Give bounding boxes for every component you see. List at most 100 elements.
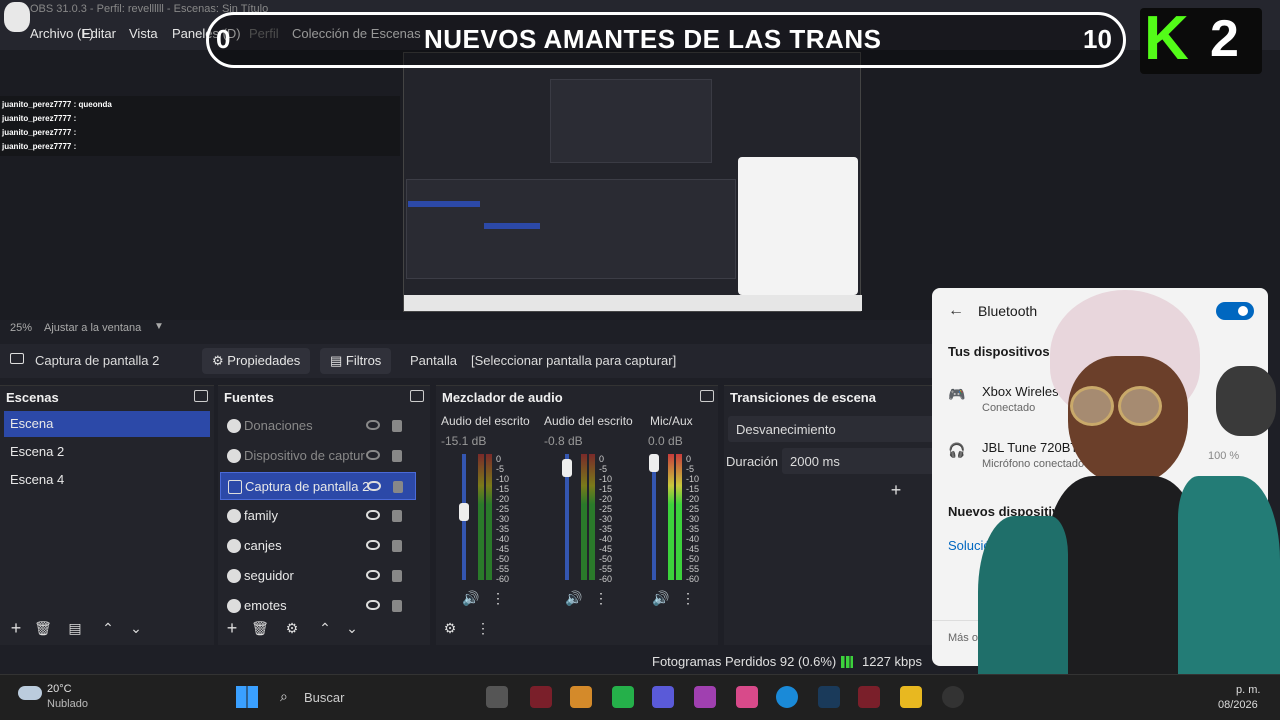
windows-start-icon[interactable]: [236, 686, 258, 708]
arrow-up-icon[interactable]: ⌃: [98, 618, 118, 638]
display-select[interactable]: [Seleccionar pantalla para capturar]: [471, 353, 676, 368]
source-item[interactable]: Captura de pantalla 2: [220, 472, 416, 500]
teams-icon[interactable]: [652, 686, 674, 708]
db-tick: -35: [599, 524, 613, 534]
app-icon[interactable]: [858, 686, 880, 708]
undock-icon[interactable]: [194, 390, 208, 402]
lock-icon[interactable]: [392, 420, 402, 432]
source-type-icon: [227, 599, 241, 613]
cloud-icon[interactable]: [18, 686, 42, 700]
arrow-down-icon[interactable]: ⌄: [342, 618, 362, 638]
lock-icon[interactable]: [392, 450, 402, 462]
lock-icon[interactable]: [393, 481, 403, 493]
filter-icon[interactable]: ▤: [65, 618, 85, 638]
source-item[interactable]: Donaciones: [220, 412, 416, 440]
preview-screen-capture: [403, 52, 862, 312]
copilot-icon[interactable]: [570, 686, 592, 708]
clock-date[interactable]: 08/2026: [1218, 699, 1258, 711]
speaker-icon[interactable]: 🔊: [651, 588, 671, 608]
app-icon[interactable]: [530, 686, 552, 708]
search-icon[interactable]: ⌕: [280, 688, 288, 705]
edge-icon[interactable]: [776, 686, 798, 708]
transition-select[interactable]: Desvanecimiento: [728, 416, 938, 442]
more-icon[interactable]: ⋮: [473, 618, 493, 638]
undock-icon[interactable]: [410, 390, 424, 402]
source-label: emotes: [244, 598, 287, 613]
db-tick: -10: [599, 474, 613, 484]
eye-icon[interactable]: [366, 510, 380, 520]
gear-icon[interactable]: ⚙: [440, 618, 460, 638]
lock-icon[interactable]: [392, 600, 402, 612]
add-icon[interactable]: +: [6, 618, 26, 638]
obs-app-icon: [4, 2, 30, 32]
taskbar-search[interactable]: Buscar: [304, 690, 344, 705]
scene-item[interactable]: Escena 2: [4, 439, 210, 465]
chat-line: juanito_perez7777 :: [2, 128, 77, 137]
taskbar: [0, 674, 1280, 720]
db-tick: -25: [496, 504, 510, 514]
level-meter: [589, 454, 595, 580]
chat-line: juanito_perez7777 :: [2, 142, 77, 151]
filters-button[interactable]: ▤ Filtros: [320, 348, 392, 374]
source-item[interactable]: seguidor: [220, 562, 416, 590]
gear-icon[interactable]: ⚙: [282, 618, 302, 638]
clock-time[interactable]: p. m.: [1236, 684, 1260, 696]
disney-icon[interactable]: [818, 686, 840, 708]
whatsapp-icon[interactable]: [612, 686, 634, 708]
obs-icon[interactable]: [942, 686, 964, 708]
trash-icon[interactable]: 🗑: [33, 618, 53, 638]
volume-fader[interactable]: [652, 454, 656, 580]
lock-icon[interactable]: [392, 570, 402, 582]
db-tick: -25: [599, 504, 613, 514]
zoom-level[interactable]: 25%: [10, 322, 32, 334]
back-arrow-icon[interactable]: ←: [948, 302, 964, 320]
app-icon[interactable]: [736, 686, 758, 708]
source-item[interactable]: emotes: [220, 592, 416, 620]
more-icon[interactable]: ⋮: [678, 588, 698, 608]
eye-hidden-icon[interactable]: [366, 450, 380, 460]
fader-knob[interactable]: [562, 459, 572, 478]
fader-knob[interactable]: [459, 502, 469, 521]
app-icon[interactable]: [694, 686, 716, 708]
add-transition-icon[interactable]: +: [886, 480, 906, 500]
eye-icon[interactable]: [367, 481, 381, 491]
fader-knob[interactable]: [649, 454, 659, 472]
menu-vista[interactable]: Vista: [129, 26, 158, 41]
lock-icon[interactable]: [392, 540, 402, 552]
folder-icon[interactable]: [900, 686, 922, 708]
transition-type: Desvanecimiento: [736, 422, 836, 437]
menu-editar[interactable]: Editar: [82, 26, 116, 41]
zoom-mode[interactable]: Ajustar a la ventana: [44, 322, 141, 334]
db-tick: -40: [686, 534, 700, 544]
add-icon[interactable]: +: [222, 618, 242, 638]
speaker-icon[interactable]: 🔊: [461, 588, 481, 608]
eye-icon[interactable]: [366, 540, 380, 550]
db-tick: -60: [496, 574, 510, 584]
level-meter: [676, 454, 682, 580]
trash-icon[interactable]: 🗑: [250, 618, 270, 638]
arrow-down-icon[interactable]: ⌄: [126, 618, 146, 638]
speaker-icon[interactable]: 🔊: [564, 588, 584, 608]
lock-icon[interactable]: [392, 510, 402, 522]
duration-input[interactable]: 2000 ms: [782, 448, 938, 474]
db-tick: -45: [599, 544, 613, 554]
more-icon[interactable]: ⋮: [488, 588, 508, 608]
chevron-down-icon[interactable]: ▼: [154, 321, 164, 332]
task-view-icon[interactable]: [486, 686, 508, 708]
eye-icon[interactable]: [366, 570, 380, 580]
source-item[interactable]: canjes: [220, 532, 416, 560]
eye-icon[interactable]: [366, 600, 380, 610]
arrow-up-icon[interactable]: ⌃: [315, 618, 335, 638]
source-item[interactable]: family: [220, 502, 416, 530]
scene-item[interactable]: Escena 4: [4, 467, 210, 493]
eye-hidden-icon[interactable]: [366, 420, 380, 430]
more-icon[interactable]: ⋮: [591, 588, 611, 608]
duration-value: 2000 ms: [790, 454, 840, 469]
db-tick: -20: [496, 494, 510, 504]
properties-button[interactable]: ⚙ Propiedades: [202, 348, 311, 374]
undock-icon[interactable]: [700, 390, 714, 402]
scene-item[interactable]: Escena: [4, 411, 210, 437]
db-tick: -35: [496, 524, 510, 534]
source-item[interactable]: Dispositivo de captur: [220, 442, 416, 470]
source-type-icon: [227, 419, 241, 433]
